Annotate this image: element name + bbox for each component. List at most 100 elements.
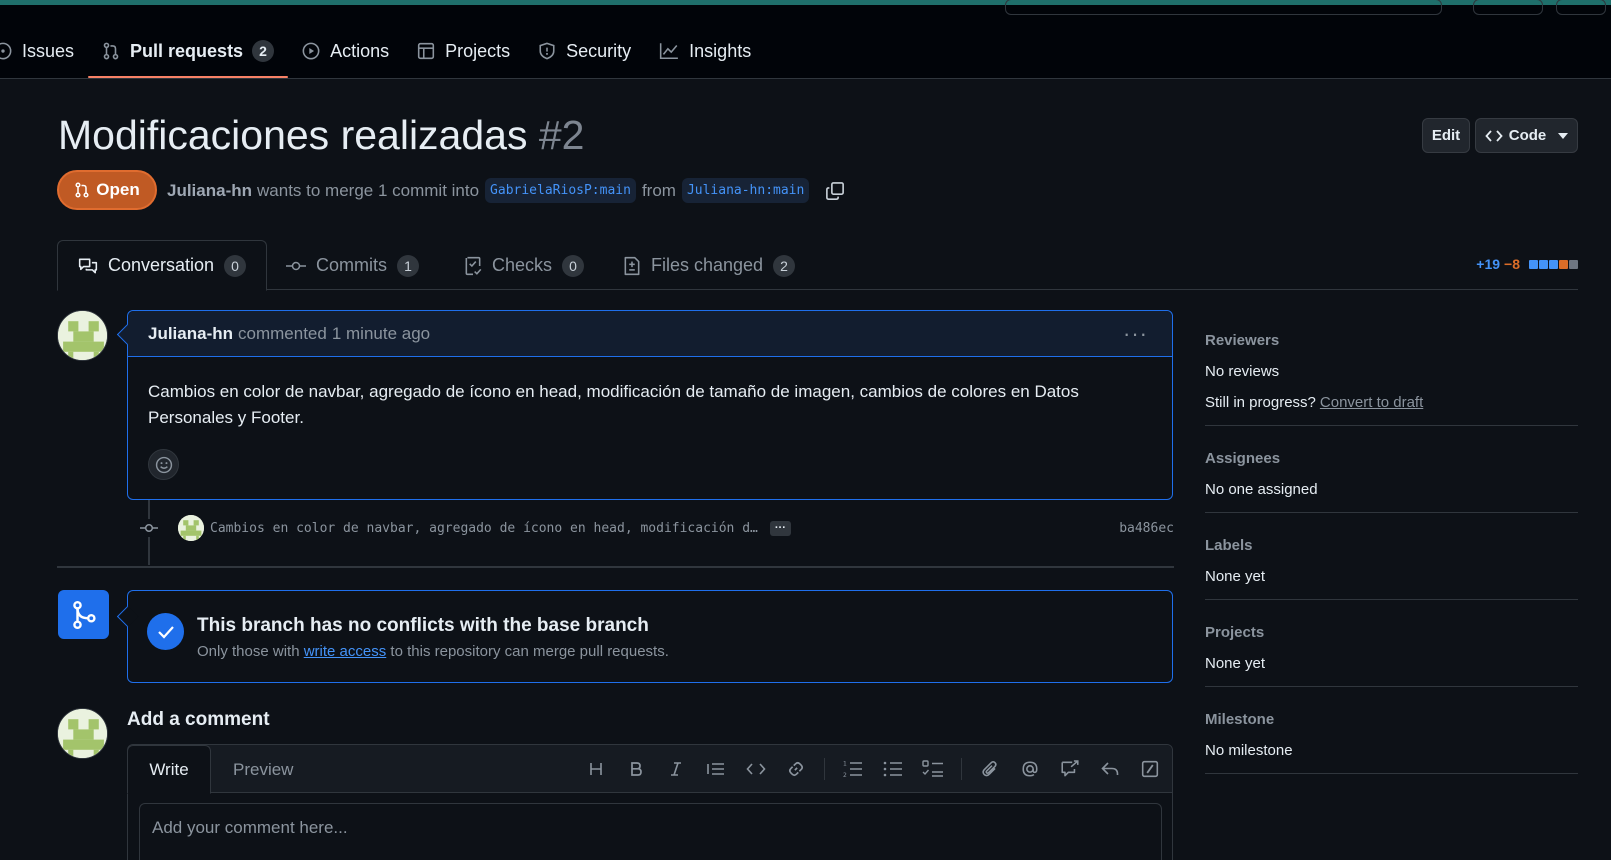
merge-status-title: This branch has no conflicts with the ba… [197, 615, 649, 636]
write-access-link[interactable]: write access [304, 643, 387, 660]
ordered-list-icon[interactable]: 12 [841, 757, 865, 781]
header-button[interactable] [1556, 0, 1606, 15]
tab-label: Checks [492, 255, 553, 275]
nav-tab-label: Pull requests [130, 40, 244, 61]
write-tab[interactable]: Write [127, 745, 211, 794]
comment-discussion-icon [78, 258, 98, 273]
quote-icon[interactable] [704, 757, 728, 781]
nav-tab-actions[interactable]: Actions [288, 32, 403, 70]
commit-author-avatar[interactable] [178, 515, 204, 541]
nav-tab-pull-requests[interactable]: Pull requests 2 [88, 32, 289, 78]
pr-author-link[interactable]: Juliana-hn [167, 181, 252, 201]
svg-text:1: 1 [843, 761, 847, 768]
pr-description-comment: Juliana-hn commented 1 minute ago ··· Ca… [127, 310, 1173, 500]
sidebar-value-projects: None yet [1205, 655, 1266, 672]
comment-header: Juliana-hn commented 1 minute ago ··· [128, 311, 1172, 357]
head-branch-label[interactable]: Juliana-hn:main [681, 178, 810, 203]
pr-number: #2 [538, 112, 585, 158]
copy-icon[interactable] [825, 181, 845, 201]
paperclip-icon[interactable] [978, 757, 1002, 781]
sidebar-heading-projects[interactable]: Projects [1205, 624, 1578, 641]
git-merge-icon [58, 590, 109, 639]
toolbar-divider [824, 758, 825, 780]
play-icon [302, 42, 320, 60]
graph-icon [660, 43, 679, 59]
link-icon[interactable] [784, 757, 808, 781]
italic-icon[interactable] [664, 757, 688, 781]
table-icon [418, 42, 435, 60]
draft-question: Still in progress? [1205, 394, 1316, 411]
tab-label: Files changed [651, 255, 764, 275]
code-icon [1485, 129, 1503, 142]
add-reaction-button[interactable] [148, 449, 179, 480]
merge-sub-text: Only those with [197, 643, 300, 660]
comment-textarea[interactable] [139, 803, 1162, 860]
nav-tab-insights[interactable]: Insights [645, 32, 765, 70]
diffstat-box-add [1539, 259, 1548, 269]
convert-to-draft-link[interactable]: Convert to draft [1320, 394, 1423, 411]
tab-commits[interactable]: Commits 1 [286, 240, 419, 291]
markdown-toolbar: 12 [568, 757, 1162, 781]
sidebar-heading-milestone[interactable]: Milestone [1205, 711, 1578, 728]
git-pull-request-icon [75, 182, 89, 198]
sidebar-heading-reviewers[interactable]: Reviewers [1205, 332, 1578, 349]
add-comment-heading: Add a comment [127, 709, 270, 730]
base-branch-label[interactable]: GabrielaRiosP:main [485, 178, 636, 203]
check-icon [147, 613, 184, 650]
kebab-horizontal-icon[interactable]: ··· [1123, 321, 1148, 347]
cross-reference-icon[interactable] [1058, 757, 1082, 781]
merge-sub-text-after: to this repository can merge pull reques… [390, 643, 669, 660]
commit-message-link[interactable]: Cambios en color de navbar, agregado de … [210, 521, 758, 536]
bold-icon[interactable] [624, 757, 648, 781]
sidebar-heading-assignees[interactable]: Assignees [1205, 450, 1578, 467]
diffstat-deletions: −8 [1504, 256, 1520, 272]
tab-checks[interactable]: Checks 0 [464, 240, 585, 291]
diffstat-box-del [1559, 259, 1568, 269]
nav-tab-issues[interactable]: Issues [0, 32, 88, 70]
merge-status-box: This branch has no conflicts with the ba… [127, 590, 1173, 683]
mention-icon[interactable] [1018, 757, 1042, 781]
tasklist-icon[interactable] [921, 757, 945, 781]
search-bar[interactable] [1005, 0, 1442, 15]
sidebar-heading-labels[interactable]: Labels [1205, 537, 1578, 554]
git-pull-request-icon [103, 42, 119, 60]
edit-button-label: Edit [1431, 127, 1461, 144]
nav-tab-security[interactable]: Security [524, 32, 645, 70]
tab-files-changed[interactable]: Files changed 2 [623, 240, 796, 291]
slash-command-icon[interactable] [1138, 757, 1162, 781]
commit-expand-button[interactable]: ··· [769, 520, 791, 536]
pr-state-badge: Open [57, 170, 157, 210]
draft-prompt: Still in progress? Convert to draft [1205, 394, 1578, 411]
sidebar-value-labels: None yet [1205, 568, 1266, 585]
avatar[interactable] [57, 708, 108, 759]
merge-text: wants to merge 1 commit into [257, 180, 480, 200]
unordered-list-icon[interactable] [881, 757, 905, 781]
tab-label: Conversation [108, 255, 215, 275]
heading-icon[interactable] [584, 757, 608, 781]
nav-tab-label: Actions [330, 40, 390, 61]
comment-action: commented [238, 323, 327, 343]
nav-tab-projects[interactable]: Projects [403, 32, 524, 70]
commit-sha-link[interactable]: ba486ec [1119, 521, 1174, 536]
sidebar-value-reviewers: No reviews [1205, 363, 1280, 380]
issue-opened-icon [0, 42, 12, 60]
code-button[interactable]: Code [1475, 118, 1578, 153]
identicon-avatar [58, 311, 107, 360]
svg-text:2: 2 [843, 772, 847, 778]
nav-tab-label: Projects [445, 40, 511, 61]
comment-author-link[interactable]: Juliana-hn [148, 324, 233, 344]
tab-count: 0 [562, 254, 585, 277]
edit-button[interactable]: Edit [1422, 118, 1470, 153]
comment-timestamp[interactable]: 1 minute ago [332, 324, 430, 344]
reply-icon[interactable] [1098, 757, 1122, 781]
git-commit-icon [140, 519, 158, 537]
header-button[interactable] [1473, 0, 1543, 15]
preview-tab[interactable]: Preview [233, 745, 293, 794]
timeline-commit: Cambios en color de navbar, agregado de … [140, 515, 1174, 541]
avatar[interactable] [57, 310, 108, 361]
code-icon[interactable] [744, 757, 768, 781]
diffstat-additions: +19 [1476, 256, 1501, 272]
shield-icon [539, 42, 555, 60]
nav-tab-label: Insights [689, 40, 752, 61]
tab-conversation[interactable]: Conversation 0 [57, 240, 268, 291]
